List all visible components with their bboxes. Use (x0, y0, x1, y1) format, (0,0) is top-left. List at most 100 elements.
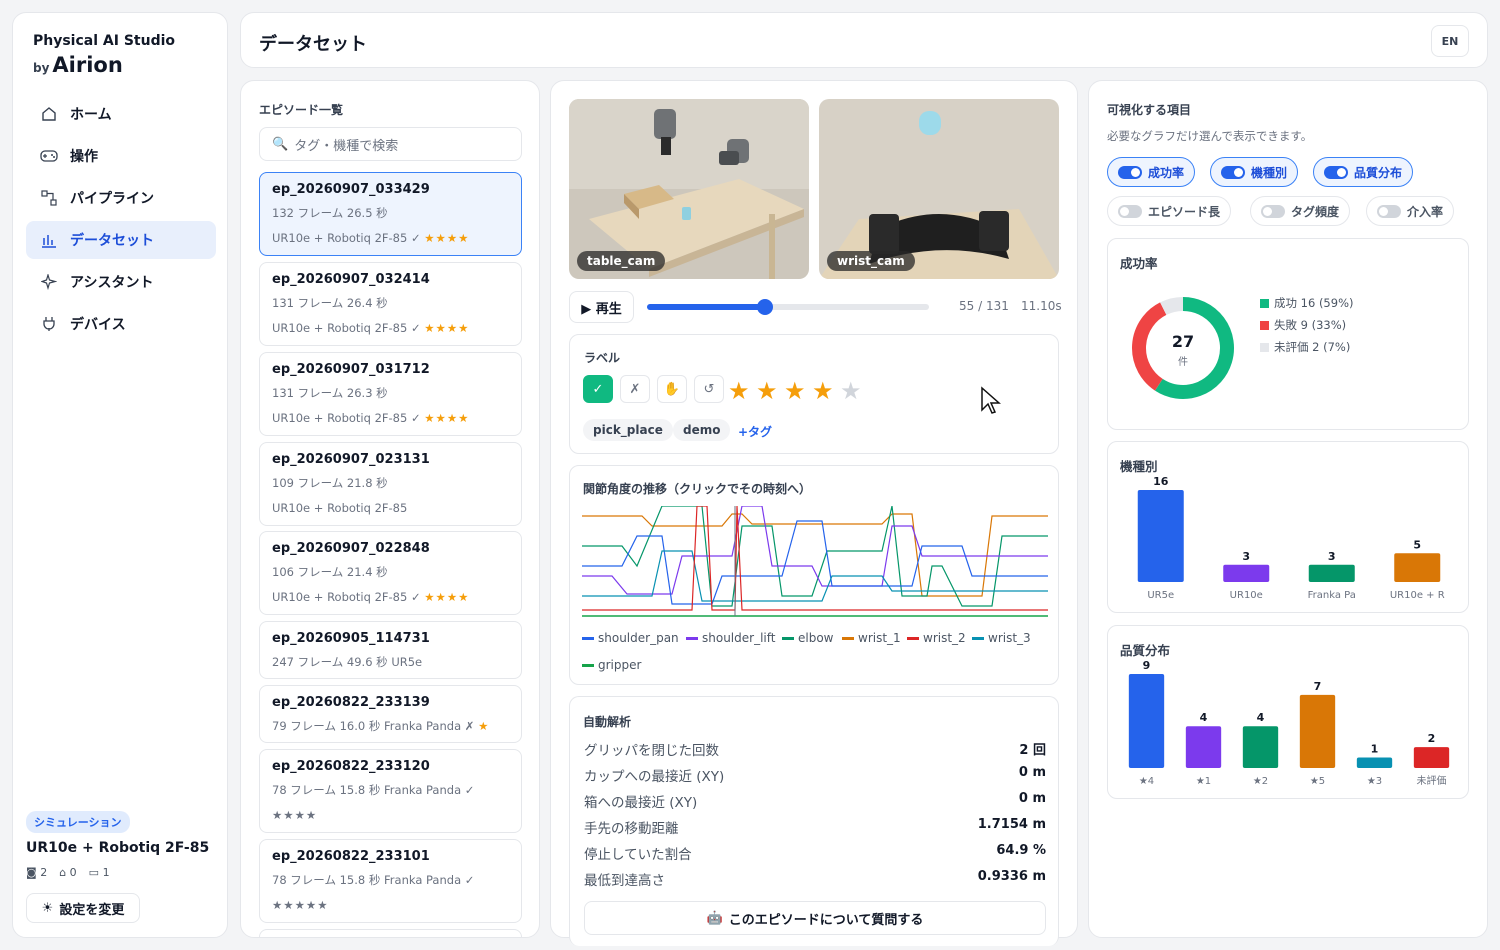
analysis-title: 自動解析 (583, 715, 632, 729)
bar-value-label: 5 (1413, 538, 1421, 551)
donut-unit: 件 (1178, 357, 1188, 368)
switch (1118, 204, 1142, 218)
toggle-by-model[interactable]: 機種別 (1210, 157, 1299, 187)
episode-item[interactable]: ep_20260907_022848 106 フレーム 21.4 秒 UR10e… (259, 531, 522, 615)
series-wrist_1 (582, 513, 1048, 597)
ask-about-episode-button[interactable]: 🤖 このエピソードについて質問する (584, 901, 1046, 935)
rating-star-1[interactable]: ★ (728, 377, 750, 405)
stat-row: カップへの最接近 (XY) 0 m (584, 765, 1046, 785)
robot-icon: 🤖 (706, 910, 723, 926)
series-shoulder_lift (582, 506, 1048, 595)
episode-item[interactable]: ep_20260907_032414 131 フレーム 26.4 秒 UR10e… (259, 262, 522, 346)
timeline-slider[interactable] (647, 299, 929, 315)
joint-chart-title: 関節角度の推移（クリックでその時刻へ） (583, 482, 812, 496)
device-count: ▭ 1 (88, 866, 110, 879)
bar-value-label: 1 (1371, 743, 1379, 756)
chart-title: 成功率 (1120, 256, 1158, 271)
nav-item-pipeline[interactable]: パイプライン (26, 179, 216, 217)
episode-item[interactable]: ep_20260905_114731 247 フレーム 49.6 秒 UR5e (259, 621, 522, 679)
page-header: データセット EN (240, 12, 1488, 68)
arm-count: ⌂ 0 (59, 866, 77, 879)
episode-item[interactable]: ep_20260822_233120 78 フレーム 15.8 秒 Franka… (259, 749, 522, 833)
stat-row: 手先の移動距離 1.7154 m (584, 817, 1046, 837)
toggle-success-rate[interactable]: 成功率 (1107, 157, 1196, 187)
fail-button[interactable]: ✗ (620, 375, 650, 403)
bar-value-label: 9 (1143, 659, 1151, 672)
joint-angle-chart[interactable] (582, 506, 1048, 626)
time-readout: 11.10s (1021, 299, 1062, 313)
robot-name: UR10e + Robotiq 2F-85 (26, 840, 210, 856)
intervention-button[interactable]: ✋ (657, 375, 687, 403)
toggle-tag-frequency[interactable]: タグ頻度 (1250, 196, 1351, 226)
episode-detail-panel: table_cam wrist_cam ▶ 再生 55 / 131 11.10s… (550, 80, 1078, 946)
rating-star-4[interactable]: ★ (812, 377, 834, 405)
bar-4 (1356, 757, 1393, 768)
analysis-section: 自動解析 グリッパを閉じた回数 2 回 カップへの最接近 (XY) 0 m 箱への最… (569, 696, 1059, 946)
home-icon (40, 105, 58, 123)
success-rate-card: 成功率 27 件 成功 16 (59%) 失敗 9 (33%) 未評価 2 (7… (1107, 238, 1469, 430)
visualization-panel: 可視化する項目 必要なグラフだけ選んで表示できます。 成功率 機種別 品質分布 … (1088, 80, 1488, 938)
switch (1261, 204, 1285, 218)
bar-0 (1128, 674, 1165, 768)
nav-item-device[interactable]: デバイス (26, 305, 216, 343)
gamepad-icon (40, 147, 58, 165)
episode-item[interactable]: ep_20260822_233139 79 フレーム 16.0 秒 Franka… (259, 685, 522, 743)
bar-1 (1185, 726, 1222, 768)
legend-item: shoulder_pan (582, 631, 679, 645)
brand-logo: by Airion (33, 53, 123, 77)
wrist-camera-view: wrist_cam (819, 99, 1059, 279)
by-model-card: 機種別 16 UR5e 3 UR10e 3 Franka Pa 5 UR10e + R (1107, 441, 1469, 613)
switch (1324, 165, 1348, 179)
nav-item-dataset[interactable]: データセット (26, 221, 216, 259)
toggle-episode-length[interactable]: エピソード長 (1107, 196, 1232, 226)
bar-category-label: UR5e (1147, 590, 1174, 601)
timeline-handle[interactable] (757, 299, 774, 315)
bar-value-label: 4 (1200, 711, 1208, 724)
camera-label: wrist_cam (827, 251, 915, 271)
settings-button[interactable]: ☀ 設定を変更 (26, 893, 140, 923)
switch (1377, 204, 1401, 218)
toggle-intervention-rate[interactable]: 介入率 (1366, 196, 1455, 226)
episode-item[interactable]: ep_20260907_031712 131 フレーム 26.3 秒 UR10e… (259, 352, 522, 436)
pie-legend-item: 失敗 9 (33%) (1260, 317, 1346, 333)
reset-button[interactable]: ↺ (694, 375, 724, 403)
bar-category-label: ★4 (1139, 776, 1154, 787)
switch (1118, 165, 1142, 179)
stat-row: 箱への最接近 (XY) 0 m (584, 791, 1046, 811)
arm-icon: ⌂ (59, 866, 67, 879)
rating-star-3[interactable]: ★ (784, 377, 806, 405)
stat-row: 最低到達高さ 0.9336 m (584, 869, 1046, 889)
tag-chip[interactable]: pick_place (583, 419, 673, 441)
bar-3 (1299, 694, 1336, 768)
rating-star-2[interactable]: ★ (756, 377, 778, 405)
bar-category-label: UR10e + R (1390, 590, 1445, 601)
stat-row: グリッパを閉じた回数 2 回 (584, 743, 1046, 759)
bar-value-label: 4 (1257, 711, 1265, 724)
search-icon: 🔍 (272, 136, 289, 152)
episode-item[interactable]: ep_20260822_233101 78 フレーム 15.8 秒 Franka… (259, 839, 522, 923)
pipeline-icon (40, 189, 58, 207)
play-button[interactable]: ▶ 再生 (569, 291, 634, 323)
episode-item[interactable]: ep_20260907_033429 132 フレーム 26.5 秒 UR10e… (259, 172, 522, 256)
add-tag-button[interactable]: +タグ (738, 423, 772, 440)
toggle-quality[interactable]: 品質分布 (1313, 157, 1414, 187)
viz-hint: 必要なグラフだけ選んで表示できます。 (1107, 129, 1313, 143)
episode-item[interactable] (259, 929, 522, 937)
simulation-badge: シミュレーション (26, 811, 130, 833)
bar-5 (1413, 747, 1450, 768)
nav-item-assistant[interactable]: アシスタント (26, 263, 216, 301)
nav-item-home[interactable]: ホーム (26, 95, 216, 133)
tag-chip[interactable]: demo (673, 419, 731, 441)
rating-star-5[interactable]: ★ (840, 377, 862, 405)
legend-item: elbow (782, 631, 834, 645)
label-title: ラベル (584, 351, 621, 365)
camera-label: table_cam (577, 251, 666, 271)
nav-label: データセット (70, 233, 154, 249)
bar-category-label: ★3 (1367, 776, 1382, 787)
episode-item[interactable]: ep_20260907_023131 109 フレーム 21.8 秒 UR10e… (259, 442, 522, 526)
success-button[interactable]: ✓ (583, 375, 613, 403)
pie-legend-item: 成功 16 (59%) (1260, 295, 1353, 311)
nav-item-operate[interactable]: 操作 (26, 137, 216, 175)
language-toggle-button[interactable]: EN (1431, 25, 1469, 57)
search-input[interactable]: 🔍 タグ・機種で検索 (259, 127, 522, 161)
